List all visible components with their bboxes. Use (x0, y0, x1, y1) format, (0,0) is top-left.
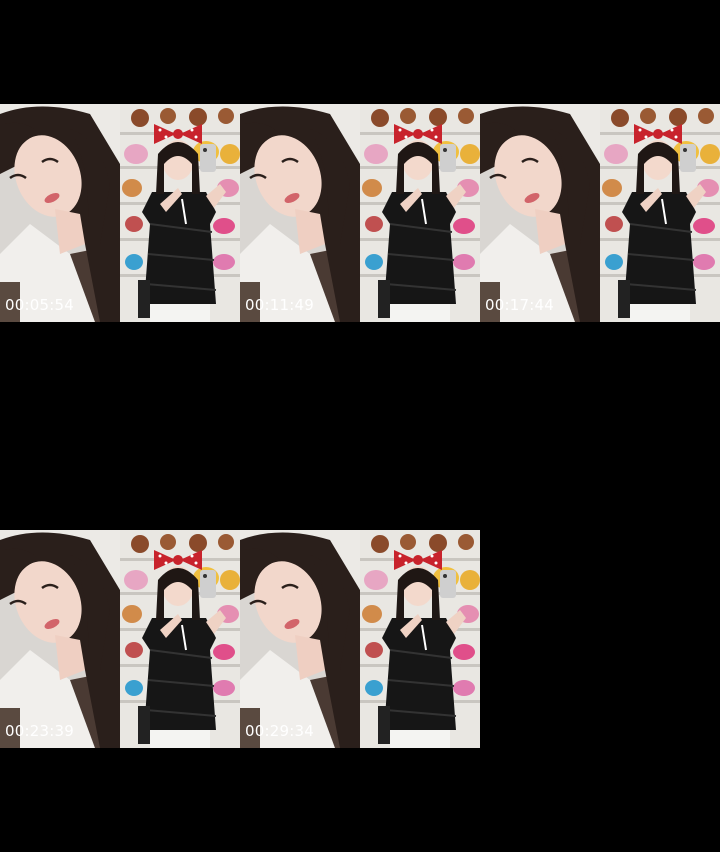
mirror-selfie-image (360, 104, 480, 322)
video-thumbnail[interactable]: 00:11:49 (240, 0, 480, 426)
mirror-selfie-image (120, 530, 240, 748)
video-frame (240, 530, 480, 748)
selfie-closeup-image (0, 104, 120, 322)
video-frame (0, 530, 240, 748)
selfie-closeup-image (480, 104, 600, 322)
video-thumbnail[interactable]: 00:05:54 (0, 0, 240, 426)
video-frame (240, 104, 480, 322)
mirror-selfie-image (360, 530, 480, 748)
timestamp-label: 00:29:34 (245, 722, 314, 740)
mirror-selfie-image (600, 104, 720, 322)
selfie-closeup-image (240, 530, 360, 748)
selfie-closeup-image (0, 530, 120, 748)
timestamp-label: 00:11:49 (245, 296, 314, 314)
video-thumbnail[interactable]: 00:23:39 (0, 426, 240, 852)
video-frame (480, 104, 720, 322)
video-thumbnail[interactable]: 00:17:44 (480, 0, 720, 426)
timestamp-label: 00:17:44 (485, 296, 554, 314)
timestamp-label: 00:23:39 (5, 722, 74, 740)
video-frame (0, 104, 240, 322)
video-thumbnail[interactable]: 00:29:34 (240, 426, 480, 852)
contact-sheet: 00:05:54 00:11:49 00:17:44 00:23:39 00:2… (0, 0, 720, 852)
timestamp-label: 00:05:54 (5, 296, 74, 314)
selfie-closeup-image (240, 104, 360, 322)
mirror-selfie-image (120, 104, 240, 322)
